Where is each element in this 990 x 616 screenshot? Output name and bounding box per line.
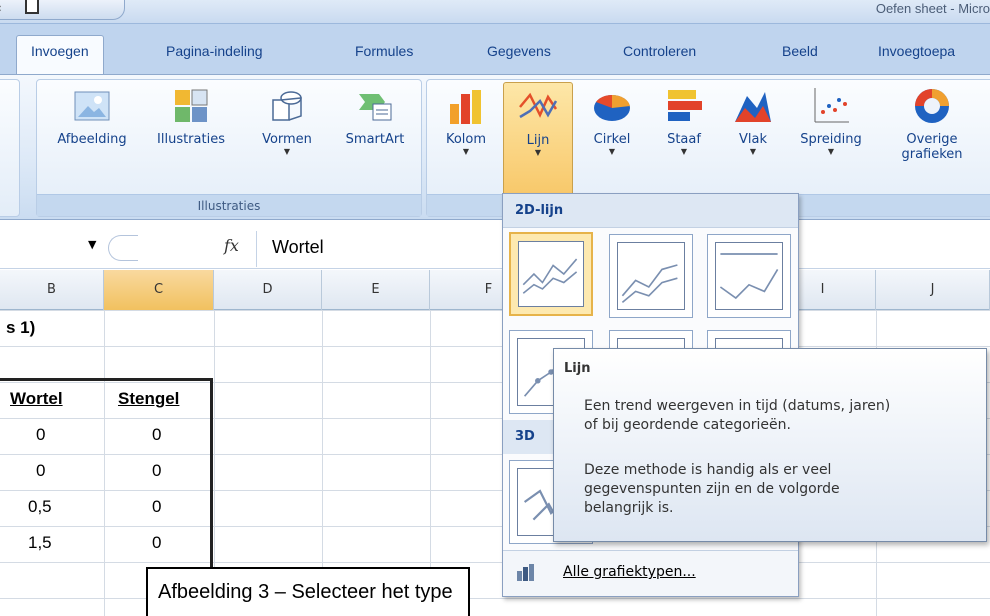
- smartart-icon: [359, 94, 392, 121]
- all-chart-types-label: Alle grafiektypen...: [563, 564, 696, 580]
- overige-grafieken-button[interactable]: Overige grafieken: [879, 86, 985, 204]
- tooltip-line: Deze methode is handig als er veel: [584, 462, 832, 478]
- cell-stengel[interactable]: 0: [152, 525, 161, 561]
- staaf-label: Staaf: [667, 132, 701, 147]
- tab-invoegtoepassingen[interactable]: Invoegtoepa: [878, 36, 955, 66]
- chevron-down-icon: ▼: [462, 147, 470, 156]
- 100-percent-line-chart-option[interactable]: [707, 234, 791, 318]
- column-chart-icon: [450, 90, 481, 124]
- pie-chart-icon: [594, 94, 630, 121]
- column-header-b[interactable]: B: [0, 270, 104, 310]
- tooltip-line: of bij geordende categorieën.: [584, 417, 791, 433]
- vormen-button[interactable]: Vormen ▼: [241, 86, 333, 204]
- stacked-line-thumbnail-icon: [617, 242, 685, 310]
- all-chart-types-button[interactable]: Alle grafiektypen...: [503, 550, 798, 596]
- chevron-down-icon: ▼: [749, 147, 757, 156]
- tooltip-line: gegevenspunten zijn en de volgorde: [584, 481, 840, 497]
- cell-b1[interactable]: s 1): [6, 310, 35, 346]
- spreiding-button[interactable]: Spreiding ▼: [789, 86, 873, 204]
- picture-icon: [74, 91, 110, 121]
- formula-input[interactable]: Wortel: [272, 237, 324, 258]
- afbeelding-button[interactable]: Afbeelding: [45, 86, 139, 186]
- column-header-d[interactable]: D: [214, 270, 322, 310]
- chevron-down-icon: ▼: [608, 147, 616, 156]
- group-illustraties: Afbeelding Illustraties Vormen ▼ SmartAr…: [36, 79, 422, 217]
- tab-invoegen[interactable]: Invoegen: [16, 35, 104, 77]
- ribbon-tabs: Invoegen Pagina-indeling Formules Gegeve…: [0, 24, 990, 77]
- line-chart-icon: [519, 92, 558, 119]
- overige-label: Overige: [906, 132, 958, 147]
- chart-types-icon: [517, 564, 534, 581]
- cell-wortel[interactable]: 1,5: [28, 525, 52, 561]
- tab-gegevens[interactable]: Gegevens: [487, 36, 551, 66]
- cell-stengel[interactable]: 0: [152, 453, 161, 489]
- column-header-e[interactable]: E: [322, 270, 430, 310]
- shapes-icon: [272, 91, 302, 121]
- grafieken-label: grafieken: [901, 147, 963, 162]
- lijn-tooltip: Lijn Een trend weergeven in tijd (datums…: [553, 348, 987, 542]
- line-thumbnail-icon: [518, 241, 584, 307]
- spreiding-label: Spreiding: [800, 132, 862, 147]
- cirkel-label: Cirkel: [593, 132, 631, 147]
- tooltip-line: Een trend weergeven in tijd (datums, jar…: [584, 398, 891, 414]
- chevron-down-icon: ▼: [534, 148, 542, 157]
- window-title: Oefen sheet - Micro: [875, 1, 990, 16]
- tab-controleren[interactable]: Controleren: [623, 36, 696, 66]
- cirkel-button[interactable]: Cirkel ▼: [577, 86, 647, 204]
- area-chart-icon: [735, 92, 771, 122]
- header-wortel[interactable]: Wortel: [10, 381, 63, 417]
- kolom-label: Kolom: [445, 132, 487, 147]
- group-illustraties-label: Illustraties: [37, 194, 421, 216]
- illustraties-button[interactable]: Illustraties: [141, 86, 241, 186]
- vlak-label: Vlak: [739, 132, 767, 147]
- clipart-icon: [175, 89, 208, 122]
- smartart-button[interactable]: SmartArt: [333, 86, 417, 186]
- section-2d-lijn: 2D-lijn: [503, 194, 798, 228]
- tooltip-title: Lijn: [564, 361, 591, 376]
- insert-function-icon[interactable]: fx: [224, 236, 239, 255]
- undo-icon[interactable]: ‹: [0, 1, 2, 15]
- cell-stengel[interactable]: 0: [152, 417, 161, 453]
- ribbon: Afbeelding Illustraties Vormen ▼ SmartAr…: [0, 74, 990, 220]
- vlak-button[interactable]: Vlak ▼: [721, 86, 785, 204]
- afbeelding-label: Afbeelding: [57, 132, 127, 147]
- tab-pagina-indeling[interactable]: Pagina-indeling: [166, 36, 263, 66]
- tooltip-line: belangrijk is.: [584, 500, 674, 516]
- formula-bar: ▼ fx Wortel: [0, 229, 990, 269]
- new-document-icon[interactable]: [25, 0, 39, 14]
- staaf-button[interactable]: Staaf ▼: [649, 86, 719, 204]
- chevron-down-icon: ▼: [680, 147, 688, 156]
- percent-line-thumbnail-icon: [715, 242, 783, 310]
- column-header-c[interactable]: C: [104, 270, 214, 310]
- stacked-line-chart-option[interactable]: [609, 234, 693, 318]
- vormen-label: Vormen: [262, 132, 312, 147]
- column-headers: B C D E F I J: [0, 270, 990, 310]
- tab-beeld[interactable]: Beeld: [782, 36, 818, 66]
- group-tabellen: [0, 79, 20, 217]
- line-chart-option[interactable]: [509, 232, 593, 316]
- lijn-button[interactable]: Lijn ▼: [503, 82, 573, 196]
- tab-formules[interactable]: Formules: [355, 36, 413, 66]
- smartart-label: SmartArt: [345, 132, 405, 147]
- cell-wortel[interactable]: 0,5: [28, 489, 52, 525]
- donut-chart-icon: [915, 89, 949, 123]
- namebox-dropdown-icon[interactable]: ▼: [88, 238, 96, 251]
- header-stengel[interactable]: Stengel: [118, 381, 179, 417]
- figure-caption: Afbeelding 3 – Selecteer het type: [146, 567, 470, 616]
- cell-wortel[interactable]: 0: [36, 417, 45, 453]
- illustraties-label: Illustraties: [157, 132, 225, 147]
- cell-wortel[interactable]: 0: [36, 453, 45, 489]
- title-bar: ‹ Oefen sheet - Micro: [0, 0, 990, 24]
- bar-chart-icon: [668, 90, 702, 121]
- formula-bar-handle[interactable]: [108, 235, 138, 261]
- scatter-chart-icon: [814, 88, 849, 123]
- column-header-j[interactable]: J: [876, 270, 990, 310]
- lijn-label: Lijn: [526, 133, 550, 148]
- formula-bar-divider: [256, 231, 257, 267]
- chevron-down-icon: ▼: [283, 147, 291, 156]
- quick-access-toolbar[interactable]: ‹: [0, 0, 125, 20]
- kolom-button[interactable]: Kolom ▼: [431, 86, 501, 204]
- cell-stengel[interactable]: 0: [152, 489, 161, 525]
- chevron-down-icon: ▼: [827, 147, 835, 156]
